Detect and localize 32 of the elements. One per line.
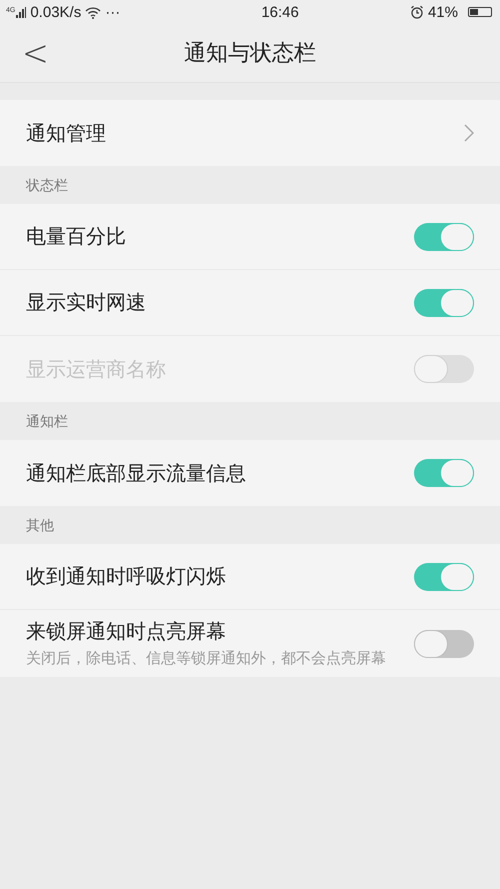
- section-header: 状态栏: [25, 177, 69, 196]
- clock: 16:46: [261, 4, 299, 20]
- setting-label: 通知栏底部显示流量信息: [26, 460, 246, 486]
- battery-percent: 41%: [428, 4, 458, 20]
- settings-row[interactable]: 电量百分比: [0, 204, 500, 270]
- setting-label: 来锁屏通知时点亮屏幕: [26, 618, 227, 645]
- chevron-icon: [464, 124, 474, 142]
- alarm-icon: [410, 5, 424, 19]
- settings-row[interactable]: 收到通知时呼吸灯闪烁: [0, 544, 500, 610]
- setting-label: 收到通知时呼吸灯闪烁: [26, 563, 226, 590]
- toggle-switch[interactable]: [414, 222, 474, 250]
- toggle-switch[interactable]: [414, 288, 474, 316]
- wifi-icon: [85, 6, 102, 18]
- battery-icon: [468, 7, 492, 17]
- setting-label: 显示实时网速: [26, 289, 146, 316]
- settings-row[interactable]: 通知管理: [0, 100, 500, 166]
- setting-description: 关闭后，除电话、信息等锁屏通知外，都不会点亮屏幕: [26, 648, 386, 669]
- network-speed: 0.03K/s: [30, 4, 82, 20]
- back-button[interactable]: <: [14, 32, 57, 74]
- settings-row[interactable]: 显示实时网速: [0, 270, 500, 336]
- setting-label: 通知管理: [26, 120, 106, 146]
- more-indicator: ···: [105, 4, 120, 20]
- toggle-switch[interactable]: [414, 459, 474, 487]
- settings-row[interactable]: 来锁屏通知时点亮屏幕 关闭后，除电话、信息等锁屏通知外，都不会点亮屏幕: [0, 610, 500, 677]
- setting-label: 电量百分比: [26, 223, 126, 250]
- settings-row[interactable]: 通知栏底部显示流量信息: [0, 440, 500, 506]
- page-title: 通知与状态栏: [184, 40, 316, 68]
- toggle-switch[interactable]: [414, 562, 474, 590]
- section-header: 通知栏: [25, 413, 69, 432]
- section-header: 其他: [25, 517, 55, 536]
- toggle-switch[interactable]: [414, 630, 474, 658]
- signal-icon: [16, 6, 26, 18]
